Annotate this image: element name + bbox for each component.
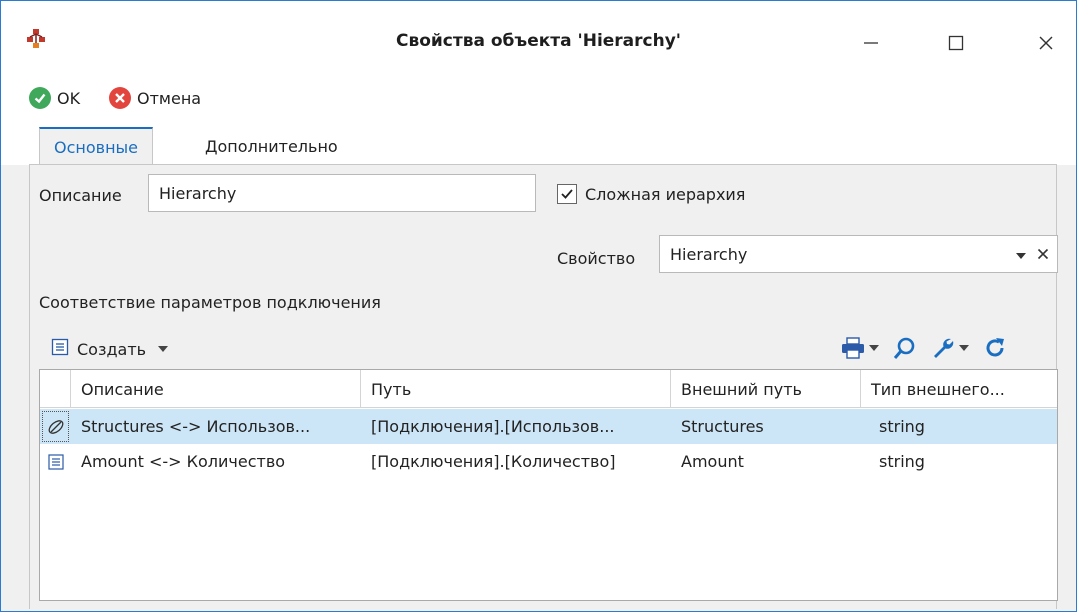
settings-button[interactable] [931,336,969,360]
chevron-down-icon [869,345,879,351]
chevron-down-icon [959,345,969,351]
cancel-button[interactable]: Отмена [109,83,201,113]
minimize-button[interactable] [851,23,891,63]
maximize-icon [948,35,964,51]
cell-path: [Подключения].[Количество] [371,452,616,471]
complex-hierarchy-checkbox[interactable]: Сложная иерархия [557,184,745,204]
cell-description: Amount <-> Количество [81,452,286,471]
chevron-down-icon [158,346,169,352]
cancel-label: Отмена [137,88,202,108]
printer-icon [842,337,864,359]
column-header-description[interactable]: Описание [71,370,361,408]
property-value: Hierarchy [670,244,748,264]
create-button[interactable]: Создать [51,338,169,360]
description-input[interactable]: Hierarchy [148,174,536,212]
ok-label: OK [57,88,81,108]
maximize-button[interactable] [936,23,976,63]
property-label: Свойство [557,249,636,268]
cell-external-type: string [879,452,925,471]
property-combobox[interactable]: Hierarchy [659,235,1058,273]
search-icon [893,337,915,359]
table-row[interactable]: Amount <-> Количество [Подключения].[Кол… [40,444,1057,479]
cell-description: Structures <-> Использов... [81,417,311,436]
print-button[interactable] [841,337,879,359]
refresh-icon [986,338,1004,357]
close-icon [1039,36,1053,50]
tab-main[interactable]: Основные [39,127,154,165]
dropdown-arrow-icon[interactable] [1015,245,1027,264]
list-icon [40,444,71,479]
mapping-section-title: Соответствие параметров подключения [39,293,381,312]
grid-header: Описание Путь Внешний путь Тип внешнего.… [40,370,1057,408]
complex-hierarchy-label: Сложная иерархия [585,184,746,204]
link-icon [40,409,71,444]
grid-toolbar-right [841,333,1007,363]
wrench-icon [934,338,954,358]
description-label: Описание [39,186,122,205]
close-button[interactable] [1026,23,1066,63]
header-icon-column [40,370,71,408]
mapping-grid[interactable]: Описание Путь Внешний путь Тип внешнего.… [39,369,1058,601]
ok-button[interactable]: OK [29,83,80,113]
column-header-path[interactable]: Путь [361,370,671,408]
checkmark-icon [561,189,573,199]
window-title: Свойства объекта 'Hierarchy' [395,31,682,51]
refresh-button[interactable] [983,336,1007,360]
column-header-external-type[interactable]: Тип внешнего... [861,370,1057,408]
checkmark-icon [29,87,51,109]
cell-external-path: Structures [681,417,764,436]
cell-external-type: string [879,417,925,436]
minimize-icon [864,42,878,44]
title-bar: Свойства объекта 'Hierarchy' [1,1,1076,81]
checkbox-box [557,184,577,204]
dialog-window: Свойства объекта 'Hierarchy' OK Отмена О… [0,0,1077,612]
cell-external-path: Amount [681,452,744,471]
column-header-external-path[interactable]: Внешний путь [671,370,861,408]
tab-strip: Основные Дополнительно [1,123,1076,165]
cell-path: [Подключения].[Использов... [371,417,615,436]
create-label: Создать [77,339,147,359]
clear-icon[interactable] [1037,245,1049,264]
table-row[interactable]: Structures <-> Использов... [Подключения… [40,409,1057,444]
tab-advanced[interactable]: Дополнительно [191,127,352,165]
cancel-x-icon [109,87,131,109]
dialog-actions-bar: OK Отмена [1,81,1076,123]
search-button[interactable] [893,336,917,360]
list-icon [51,338,69,360]
